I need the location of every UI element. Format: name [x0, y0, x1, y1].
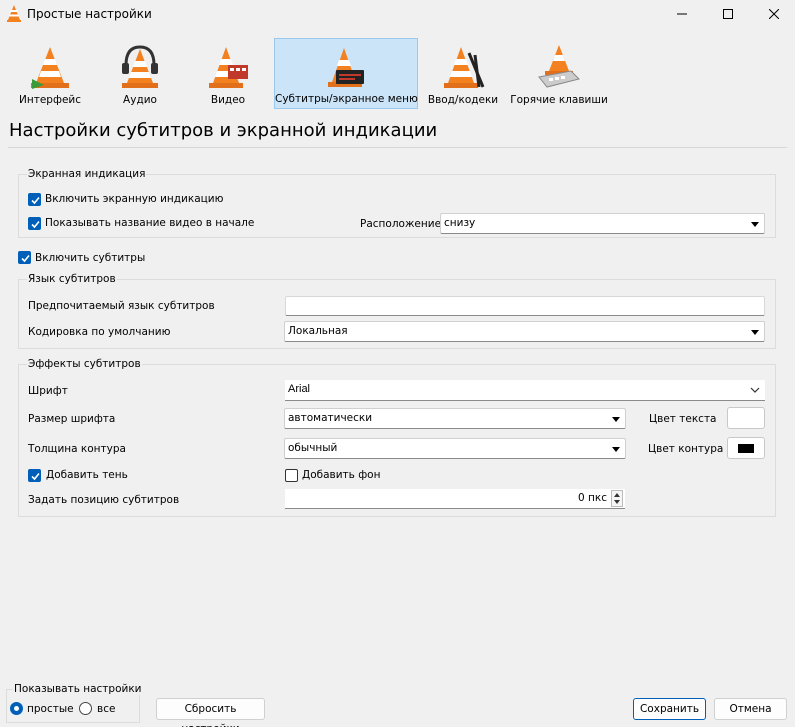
outline-thickness-select[interactable]: обычный [284, 438, 626, 459]
add-background-label: Добавить фон [302, 469, 381, 481]
simple-mode-radio[interactable] [10, 702, 23, 715]
simple-mode-label: простые [27, 703, 74, 715]
check-icon [31, 472, 40, 481]
encoding-value: Локальная [288, 325, 348, 337]
tab-interface[interactable]: Интерфейс [10, 38, 90, 109]
tab-video[interactable]: Видео [186, 38, 270, 109]
outline-thickness-value: обычный [288, 442, 338, 454]
save-button[interactable]: Сохранить [633, 698, 706, 720]
osd-position-value: снизу [444, 217, 476, 229]
preferred-language-input[interactable] [285, 296, 765, 316]
tab-label: Аудио [123, 94, 157, 106]
language-group-title: Язык субтитров [27, 273, 117, 285]
title-bar: Простые настройки [0, 0, 795, 28]
minimize-button[interactable] [659, 0, 705, 28]
font-size-label: Размер шрифта [28, 413, 116, 425]
show-title-checkbox[interactable] [28, 217, 41, 230]
cancel-button[interactable]: Отмена [714, 698, 787, 720]
title-divider [8, 147, 787, 148]
check-icon [21, 254, 30, 263]
enable-subtitles-checkbox[interactable] [18, 251, 31, 264]
enable-osd-label: Включить экранную индикацию [45, 193, 224, 205]
outline-color-swatch [738, 444, 754, 453]
outline-color-label: Цвет контура [648, 443, 724, 455]
tab-subtitles-osd[interactable]: Субтитры/экранное меню [274, 38, 418, 109]
dropdown-arrow-icon [751, 222, 759, 227]
font-select[interactable]: Arial [285, 380, 765, 401]
text-color-button[interactable] [727, 407, 765, 429]
font-value: Arial [288, 383, 311, 395]
preferred-language-label: Предпочитаемый язык субтитров [28, 300, 215, 312]
encoding-select[interactable]: Локальная [284, 321, 765, 342]
add-shadow-checkbox[interactable] [28, 469, 41, 482]
tab-input-codecs[interactable]: Ввод/кодеки [422, 38, 504, 109]
spin-up-down-icon [614, 493, 620, 504]
window-title: Простые настройки [27, 7, 152, 21]
hotkeys-cone-icon [538, 45, 580, 88]
effects-group-title: Эффекты субтитров [27, 358, 142, 370]
audio-headphones-cone-icon [122, 45, 158, 88]
tab-label: Горячие клавиши [510, 94, 608, 106]
dropdown-arrow-icon [612, 417, 620, 422]
all-mode-radio[interactable] [79, 702, 92, 715]
encoding-label: Кодировка по умолчанию [28, 326, 171, 338]
codecs-cone-icon [444, 47, 485, 88]
subtitles-cone-icon [328, 48, 364, 87]
vlc-cone-icon [7, 5, 21, 22]
tab-label: Субтитры/экранное меню [275, 93, 418, 105]
check-icon [31, 196, 40, 205]
text-color-label: Цвет текста [649, 413, 717, 425]
enable-osd-checkbox[interactable] [28, 193, 41, 206]
osd-group-title: Экранная индикация [27, 168, 147, 180]
close-button[interactable] [751, 0, 795, 28]
dropdown-arrow-icon [751, 330, 759, 335]
maximize-button[interactable] [705, 0, 751, 28]
font-size-select[interactable]: автоматически [284, 408, 626, 429]
tab-hotkeys[interactable]: Горячие клавиши [508, 38, 610, 109]
tab-label: Интерфейс [19, 94, 81, 106]
outline-thickness-label: Толщина контура [28, 443, 126, 455]
osd-position-label: Расположение [360, 218, 442, 230]
subtitle-position-label: Задать позицию субтитров [28, 494, 180, 506]
tab-audio[interactable]: Аудио [98, 38, 182, 109]
maximize-icon [723, 9, 733, 19]
interface-cone-icon [31, 47, 69, 89]
font-label: Шрифт [28, 385, 68, 397]
font-size-value: автоматически [288, 412, 373, 424]
check-icon [31, 220, 40, 229]
show-title-label: Показывать название видео в начале [45, 217, 255, 229]
enable-subtitles-label: Включить субтитры [35, 252, 146, 264]
page-title: Настройки субтитров и экранной индикации [9, 120, 438, 141]
add-background-checkbox[interactable] [285, 469, 298, 482]
all-mode-label: все [97, 703, 116, 715]
tab-label: Ввод/кодеки [427, 94, 499, 106]
video-film-cone-icon [209, 47, 248, 88]
osd-position-select[interactable]: снизу [440, 213, 765, 234]
close-icon [769, 9, 779, 19]
reset-settings-button[interactable]: Сбросить настройки [156, 698, 265, 727]
subtitle-position-value: 0 пкс [578, 492, 607, 504]
chevron-down-icon [750, 387, 760, 393]
add-shadow-label: Добавить тень [46, 469, 128, 481]
minimize-icon [677, 13, 687, 15]
dropdown-arrow-icon [612, 447, 620, 452]
show-settings-title: Показывать настройки [13, 683, 143, 695]
subtitle-position-spinbox[interactable]: 0 пкс [285, 489, 625, 509]
spin-arrows[interactable] [611, 490, 623, 507]
tab-label: Видео [210, 94, 246, 106]
category-tab-bar: Интерфейс Аудио Видео Субтитры/экранное … [0, 38, 795, 110]
outline-color-button[interactable] [727, 437, 765, 459]
